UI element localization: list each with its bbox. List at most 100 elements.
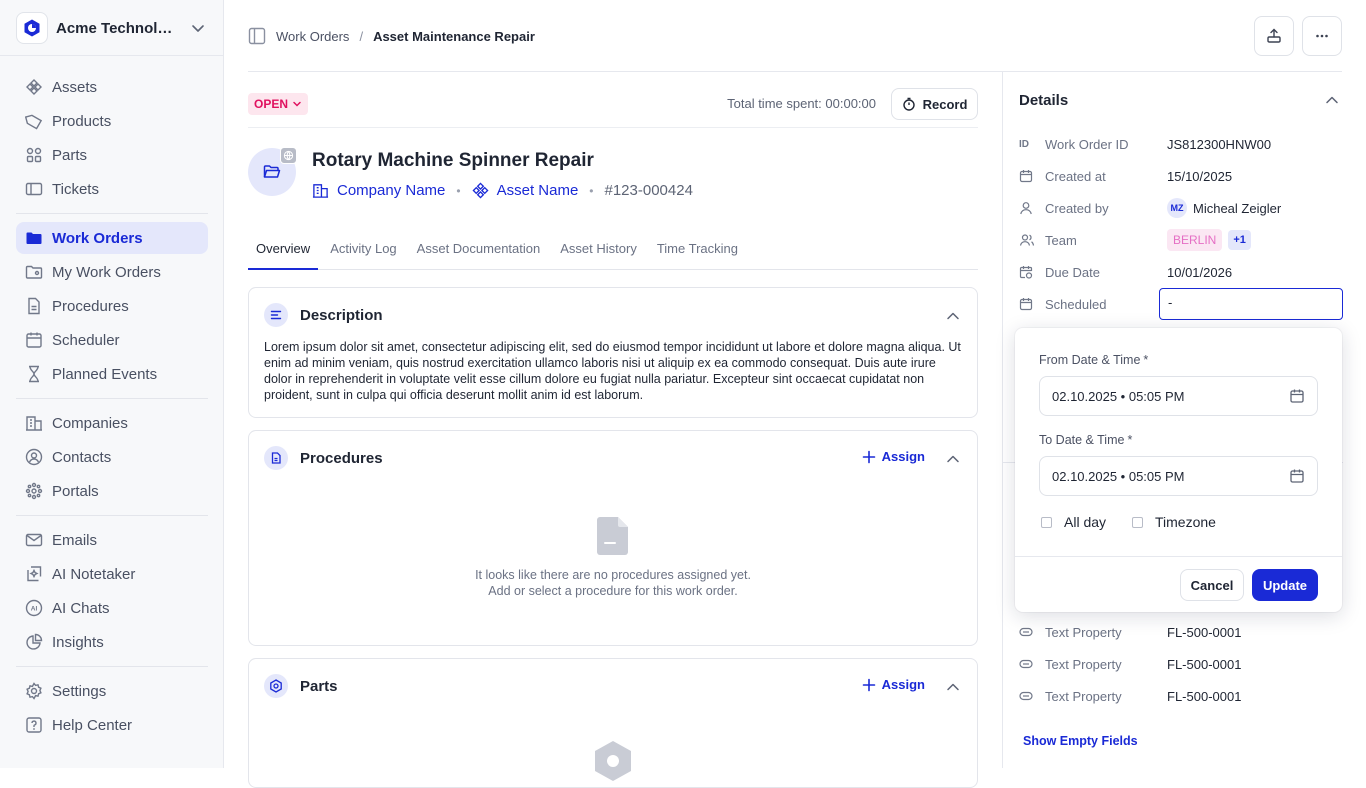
- checkbox-box[interactable]: [1041, 516, 1052, 528]
- checkbox-box[interactable]: [1132, 516, 1143, 528]
- sidebar-item-label: Help Center: [52, 716, 133, 734]
- status-label: OPEN: [254, 97, 289, 111]
- calendar-icon[interactable]: [1289, 468, 1305, 484]
- work-order-main: OPEN Total time spent: 00:00:00 Record R…: [248, 72, 978, 788]
- all-day-checkbox[interactable]: All day: [1041, 514, 1106, 530]
- tab-asset-documentation[interactable]: Asset Documentation: [409, 236, 549, 270]
- sidebar-item-ai-chats[interactable]: AI AI Chats: [16, 592, 208, 624]
- asset-icon: [472, 182, 489, 199]
- sidebar-item-settings[interactable]: Settings: [16, 675, 208, 707]
- sidebar-item-ai-notetaker[interactable]: AI Notetaker: [16, 558, 208, 590]
- chevron-up-icon[interactable]: [1324, 92, 1340, 108]
- timezone-label: Timezone: [1155, 514, 1216, 530]
- help-icon: [24, 715, 44, 735]
- chevron-down-icon[interactable]: [190, 20, 206, 36]
- folder-user-icon: [24, 262, 44, 282]
- from-date-value: 02.10.2025 • 05:05 PM: [1052, 388, 1185, 404]
- detail-value[interactable]: MZ Micheal Zeigler: [1167, 198, 1281, 218]
- detail-row-created-by: Created by MZ Micheal Zeigler: [1019, 196, 1343, 220]
- details-title: Details: [1019, 92, 1069, 109]
- user-circle-icon: [24, 447, 44, 467]
- detail-value[interactable]: BERLIN +1: [1167, 229, 1251, 251]
- to-date-input[interactable]: 02.10.2025 • 05:05 PM: [1039, 456, 1318, 496]
- company-link[interactable]: Company Name: [312, 182, 445, 199]
- update-button[interactable]: Update: [1252, 569, 1318, 601]
- pie-chart-icon: [24, 632, 44, 652]
- sidebar-item-label: Work Orders: [52, 229, 143, 247]
- parts-icon: [24, 145, 44, 165]
- detail-label: Created by: [1045, 200, 1109, 216]
- tab-activity-log[interactable]: Activity Log: [322, 236, 404, 270]
- timezone-checkbox[interactable]: Timezone: [1132, 514, 1216, 530]
- asset-link[interactable]: Asset Name: [472, 182, 578, 199]
- team-more-badge[interactable]: +1: [1228, 230, 1251, 250]
- sidebar-toggle-icon[interactable]: [248, 27, 266, 45]
- plus-icon: [862, 450, 876, 464]
- tab-asset-history[interactable]: Asset History: [552, 236, 645, 270]
- assign-procedure-button[interactable]: Assign: [862, 449, 925, 464]
- scheduled-input[interactable]: -: [1159, 288, 1343, 320]
- sidebar-item-work-orders[interactable]: Work Orders: [16, 222, 208, 254]
- nav-divider: [16, 398, 208, 399]
- from-date-input[interactable]: 02.10.2025 • 05:05 PM: [1039, 376, 1318, 416]
- breadcrumb-parent[interactable]: Work Orders: [276, 29, 349, 44]
- chevron-up-icon[interactable]: [945, 451, 961, 467]
- sidebar-item-emails[interactable]: Emails: [16, 524, 208, 556]
- popover-divider: [1015, 556, 1342, 557]
- all-day-label: All day: [1064, 514, 1107, 530]
- record-label: Record: [922, 96, 968, 112]
- sidebar-item-parts[interactable]: Parts: [16, 139, 208, 171]
- card-title: Description: [300, 306, 383, 324]
- sidebar-item-label: My Work Orders: [52, 263, 161, 281]
- parts-card: Parts Assign: [248, 658, 978, 788]
- assign-label: Assign: [881, 677, 925, 692]
- export-button[interactable]: [1254, 16, 1294, 56]
- tab-overview[interactable]: Overview: [248, 236, 319, 270]
- sidebar-item-planned-events[interactable]: Planned Events: [16, 358, 208, 390]
- plus-icon: [862, 678, 876, 692]
- breadcrumb-separator: /: [359, 28, 364, 44]
- empty-line-1: It looks like there are no procedures as…: [475, 568, 751, 582]
- folder-icon: [24, 228, 44, 248]
- tab-time-tracking[interactable]: Time Tracking: [649, 236, 746, 270]
- sidebar-item-companies[interactable]: Companies: [16, 407, 208, 439]
- chevron-up-icon[interactable]: [945, 679, 961, 695]
- procedures-empty-state: It looks like there are no procedures as…: [249, 517, 977, 599]
- mail-icon: [24, 530, 44, 550]
- cancel-button[interactable]: Cancel: [1180, 569, 1244, 601]
- tag-icon: [24, 111, 44, 131]
- record-button[interactable]: Record: [891, 88, 978, 120]
- org-switcher[interactable]: Acme Technologies: [16, 12, 208, 44]
- sidebar-item-help-center[interactable]: Help Center: [16, 709, 208, 741]
- sidebar-item-products[interactable]: Products: [16, 105, 208, 137]
- sidebar-item-label: Settings: [52, 682, 107, 700]
- detail-value: 15/10/2025: [1167, 168, 1233, 184]
- sidebar-item-assets[interactable]: Assets: [16, 71, 208, 103]
- sidebar-item-label: Contacts: [52, 448, 112, 466]
- status-badge[interactable]: OPEN: [248, 93, 309, 115]
- assign-part-button[interactable]: Assign: [862, 677, 925, 692]
- text-field-icon: [1019, 689, 1037, 703]
- chevron-up-icon[interactable]: [945, 308, 961, 324]
- to-label-text: To Date & Time: [1039, 433, 1125, 447]
- sidebar-item-portals[interactable]: Portals: [16, 475, 208, 507]
- breadcrumb-current: Asset Maintenance Repair: [373, 28, 535, 44]
- detail-label: Due Date: [1045, 264, 1100, 280]
- calendar-icon[interactable]: [1289, 388, 1305, 404]
- sidebar-item-insights[interactable]: Insights: [16, 626, 208, 658]
- sidebar-item-contacts[interactable]: Contacts: [16, 441, 208, 473]
- card-header: Procedures: [264, 445, 383, 471]
- org-name: Acme Technologies: [56, 19, 180, 37]
- hex-part-icon: [264, 674, 288, 698]
- card-header: Description: [264, 302, 383, 328]
- asset-icon: [24, 77, 44, 97]
- sidebar-item-procedures[interactable]: Procedures: [16, 290, 208, 322]
- meta-separator: •: [589, 183, 594, 198]
- more-button[interactable]: [1302, 16, 1342, 56]
- required-mark: *: [1143, 353, 1149, 367]
- sidebar-item-my-work-orders[interactable]: My Work Orders: [16, 256, 208, 288]
- sidebar-item-label: Products: [52, 112, 112, 130]
- sidebar-item-scheduler[interactable]: Scheduler: [16, 324, 208, 356]
- sidebar-item-tickets[interactable]: Tickets: [16, 173, 208, 205]
- show-empty-fields-link[interactable]: Show Empty Fields: [1023, 734, 1138, 748]
